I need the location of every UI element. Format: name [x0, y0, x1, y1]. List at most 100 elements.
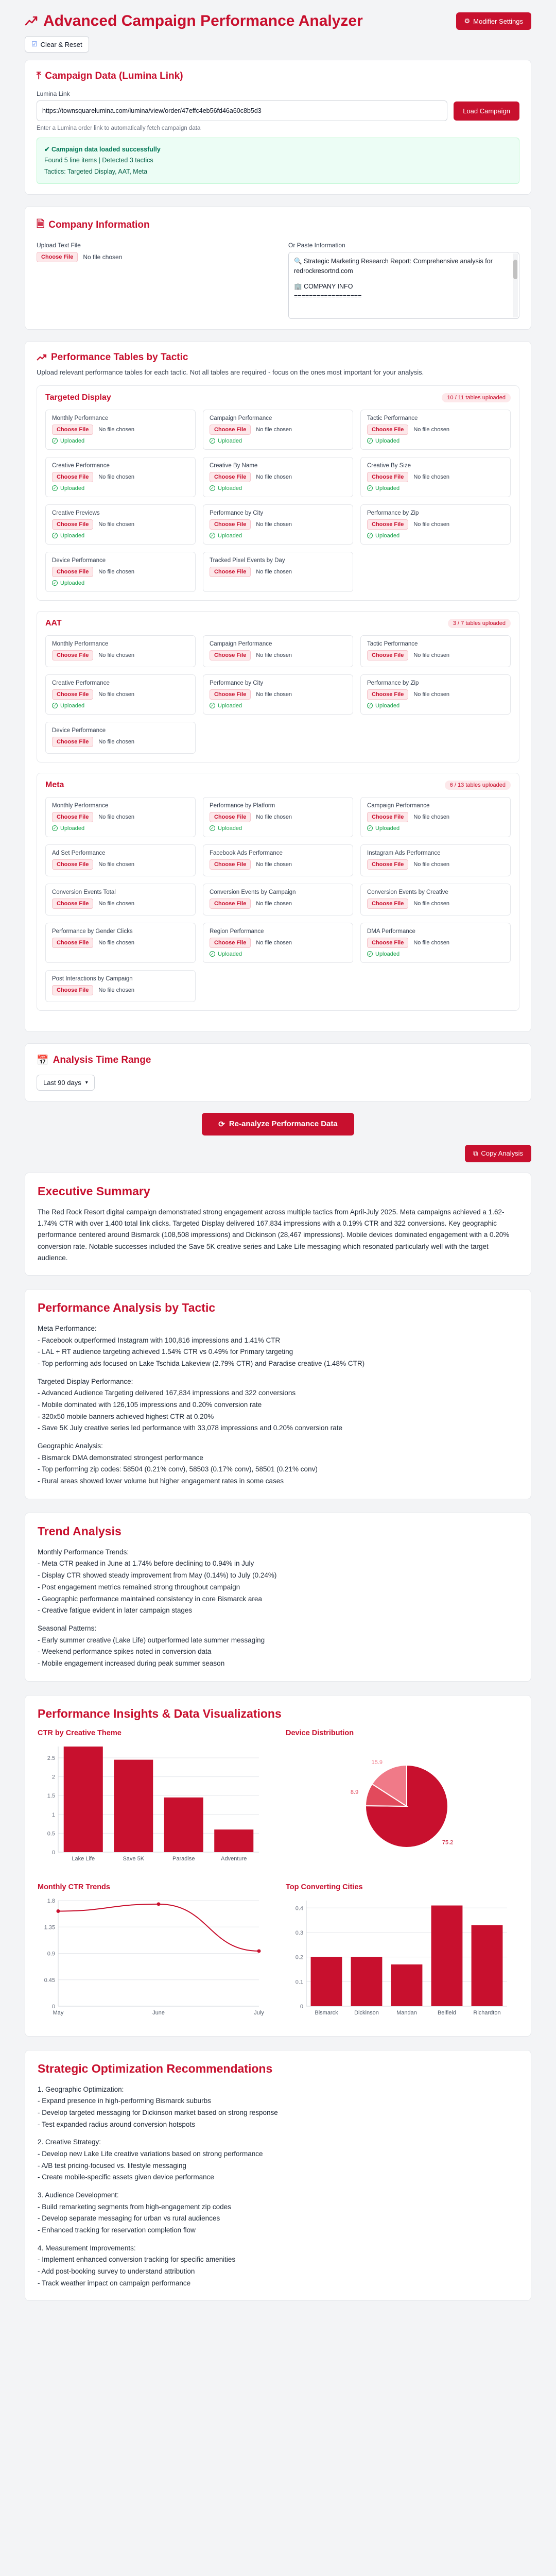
bar: [310, 1957, 342, 2006]
text-line: - Bismarck DMA demonstrated strongest pe…: [38, 1453, 203, 1462]
campaign-status-title: ✔ Campaign data loaded successfully: [44, 146, 161, 153]
choose-file-button[interactable]: Choose File: [52, 736, 94, 747]
table-upload-tile: Facebook Ads Performance Choose File No fi…: [203, 844, 353, 876]
choose-file-button[interactable]: Choose File: [52, 424, 94, 435]
choose-file-button[interactable]: Choose File: [52, 811, 94, 822]
tactic-name: AAT: [45, 618, 62, 628]
choose-file-button[interactable]: Choose File: [52, 650, 94, 660]
text-line: 2. Creative Strategy:: [38, 2138, 101, 2146]
choose-file-button[interactable]: Choose File: [210, 471, 251, 482]
choose-file-button[interactable]: Choose File: [52, 566, 94, 577]
table-upload-label: Creative Performance: [52, 680, 110, 686]
table-upload-tile: Tactic Performance Choose File No file cho…: [360, 635, 511, 667]
choose-file-button[interactable]: Choose File: [210, 859, 251, 870]
choose-file-button[interactable]: Choose File: [52, 937, 94, 948]
pie-slice-label: 8.9: [351, 1789, 358, 1795]
uploaded-status: ✓ Uploaded: [367, 703, 504, 709]
uploaded-label: Uploaded: [60, 702, 85, 709]
text-line: - Advanced Audience Targeting delivered …: [38, 1389, 296, 1397]
choose-file-button[interactable]: Choose File: [210, 650, 251, 660]
campaign-data-card: ⤒ Campaign Data (Lumina Link) Lumina Lin…: [25, 60, 531, 195]
chart-monthly-ctr: Monthly CTR Trends 0 0.45 0.9 1.35 1.8 May Jun…: [38, 1883, 270, 2025]
choose-file-button[interactable]: Choose File: [367, 424, 409, 435]
choose-file-button[interactable]: Choose File: [210, 811, 251, 822]
table-upload-tile: Performance by Zip Choose File No file cho…: [360, 674, 511, 715]
table-upload-label: Campaign Performance: [210, 415, 272, 421]
no-file-text: No file chosen: [256, 426, 292, 433]
y-tick-label: 0: [52, 1850, 55, 1856]
choose-file-button[interactable]: Choose File: [52, 519, 94, 530]
choose-file-button[interactable]: Choose File: [210, 519, 251, 530]
time-range-select[interactable]: Last 90 days ▾: [37, 1074, 95, 1091]
table-upload-label: DMA Performance: [367, 928, 415, 935]
uploaded-status: ✓ Uploaded: [367, 825, 504, 832]
choose-file-button[interactable]: Choose File: [367, 650, 409, 660]
no-file-text: No file chosen: [256, 652, 292, 658]
check-circle-icon: ✓: [367, 485, 373, 492]
choose-file-button[interactable]: Choose File: [52, 689, 94, 700]
tactic-header: Targeted Display 10 / 11 tables uploaded: [45, 393, 511, 402]
choose-file-button[interactable]: Choose File: [367, 471, 409, 482]
choose-file-button[interactable]: Choose File: [52, 471, 94, 482]
table-upload-label: Creative By Size: [367, 462, 411, 469]
choose-file-button[interactable]: Choose File: [367, 811, 409, 822]
choose-file-button[interactable]: Choose File: [52, 898, 94, 909]
text-line: - Weekend performance spikes noted in co…: [38, 1648, 212, 1656]
choose-file-button[interactable]: Choose File: [367, 937, 409, 948]
choose-file-button[interactable]: Choose File: [210, 937, 251, 948]
copy-analysis-button[interactable]: ⧉ Copy Analysis: [465, 1144, 531, 1162]
text-line: - Add post-booking survey to understand …: [38, 2267, 195, 2275]
trend-analysis-lines: Monthly Performance Trends: - Meta CTR pe…: [38, 1547, 518, 1670]
no-file-text: No file chosen: [256, 861, 292, 868]
text-line: - Test expanded radius around conversion…: [38, 2120, 195, 2128]
paste-scroll-thumb[interactable]: [513, 259, 517, 279]
choose-file-button[interactable]: Choose File: [367, 689, 409, 700]
no-file-text: No file chosen: [256, 521, 292, 528]
copy-icon: ⧉: [473, 1149, 478, 1157]
campaign-data-title: ⤒ Campaign Data (Lumina Link): [37, 71, 519, 82]
choose-file-button[interactable]: Choose File: [52, 859, 94, 870]
choose-file-button[interactable]: Choose File: [210, 689, 251, 700]
gear-icon: ⚙: [464, 17, 471, 25]
choose-file-button[interactable]: Choose File: [210, 898, 251, 909]
choose-file-button[interactable]: Choose File: [367, 519, 409, 530]
load-campaign-button[interactable]: Load Campaign: [454, 101, 519, 121]
company-choose-file-button[interactable]: Choose File: [37, 251, 78, 262]
check-circle-icon: ✓: [367, 533, 373, 539]
paste-line: 🔍 Strategic Marketing Research Report: C…: [294, 257, 493, 275]
table-upload-tile: Tracked Pixel Events by Day Choose File No…: [203, 551, 353, 592]
campaign-status-line2: Tactics: Targeted Display, AAT, Meta: [44, 167, 148, 175]
text-line: - Top performing ads focused on Lake Tsc…: [38, 1360, 365, 1368]
table-upload-tile: Performance by City Choose File No file ch…: [203, 504, 353, 545]
ctr-theme-bar-chart: 0 0.5 1 1.5 2 2.5 Lake Life Save 5K Paradise Adve…: [47, 1746, 259, 1862]
bar: [214, 1829, 254, 1852]
uploaded-label: Uploaded: [375, 702, 400, 709]
text-line: [38, 1370, 518, 1376]
uploaded-label: Uploaded: [60, 825, 85, 832]
uploaded-label: Uploaded: [60, 485, 85, 492]
text-line: - Expand presence in high-performing Bis…: [38, 2097, 211, 2105]
paste-info-textarea[interactable]: 🔍 Strategic Marketing Research Report: C…: [288, 251, 519, 319]
uploaded-status: ✓ Uploaded: [210, 533, 346, 539]
table-upload-label: Campaign Performance: [210, 640, 272, 647]
choose-file-button[interactable]: Choose File: [52, 985, 94, 995]
choose-file-button[interactable]: Choose File: [367, 859, 409, 870]
choose-file-button[interactable]: Choose File: [367, 898, 409, 909]
time-range-value: Last 90 days: [43, 1078, 81, 1087]
choose-file-button[interactable]: Choose File: [210, 424, 251, 435]
modifier-settings-button[interactable]: ⚙ Modifier Settings: [456, 12, 531, 30]
tactic-upload-badge: 10 / 11 tables uploaded: [442, 393, 511, 402]
clear-reset-button[interactable]: ☑ Clear & Reset: [25, 36, 89, 53]
uploaded-status: ✓ Uploaded: [52, 580, 189, 586]
no-file-text: No file chosen: [413, 814, 450, 820]
reset-icon: ☑: [31, 40, 38, 48]
time-range-title: 📅 Analysis Time Range: [37, 1054, 519, 1066]
lumina-link-input[interactable]: [37, 100, 448, 121]
uploaded-status: ✓ Uploaded: [52, 703, 189, 709]
check-circle-icon: ✓: [367, 951, 373, 957]
uploaded-status: ✓ Uploaded: [210, 703, 346, 709]
bar: [391, 1964, 423, 2006]
reanalyze-button[interactable]: ⟳ Re-analyze Performance Data: [202, 1112, 354, 1136]
choose-file-button[interactable]: Choose File: [210, 566, 251, 577]
no-file-text: No file chosen: [98, 814, 135, 820]
